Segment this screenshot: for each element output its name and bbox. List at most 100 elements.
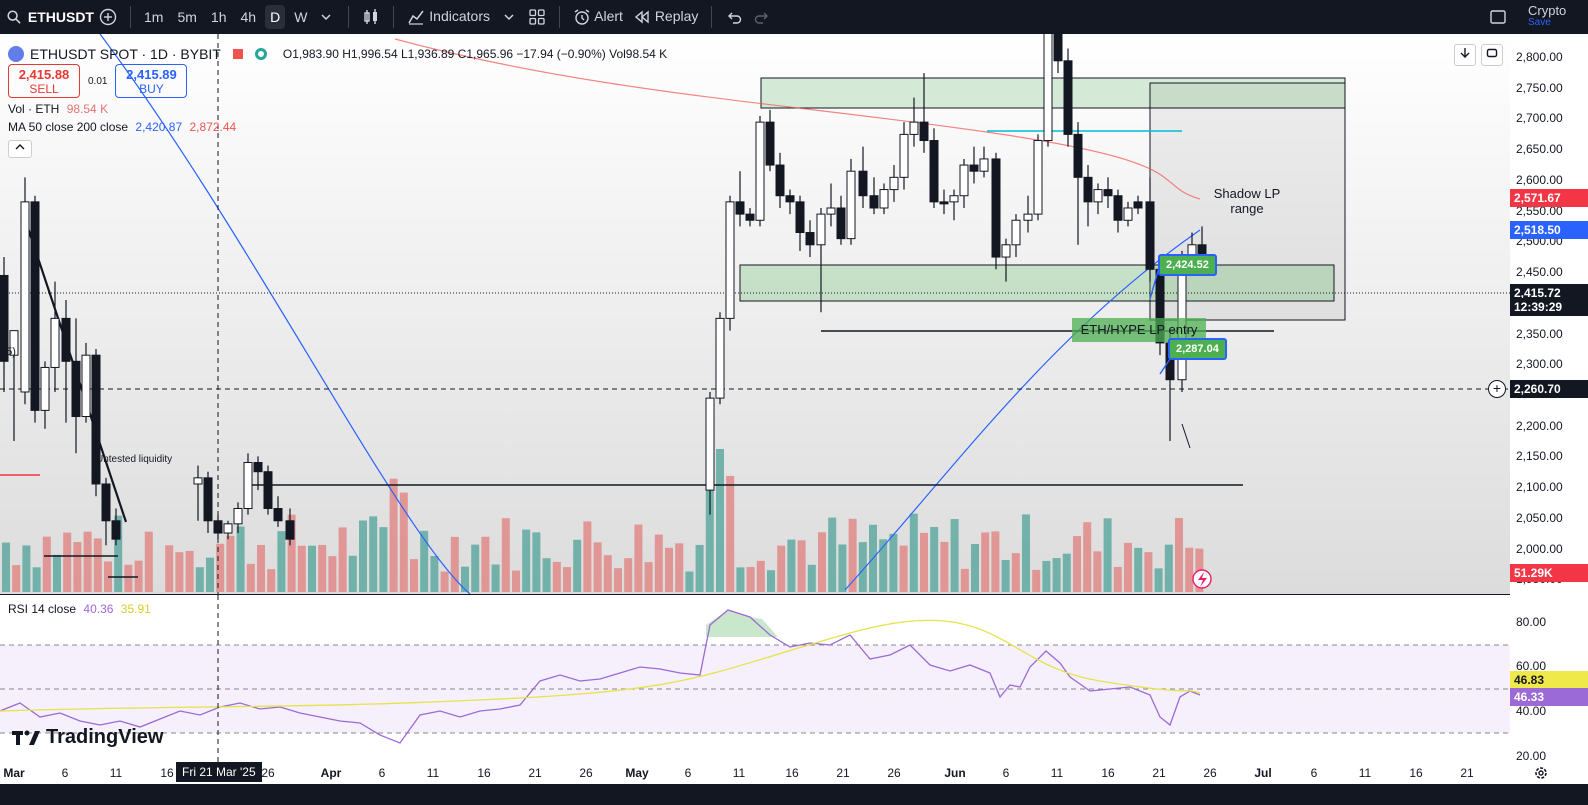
bearish-candle (1103, 177, 1113, 208)
bullish-candle (1023, 195, 1033, 233)
chevron-down-icon (504, 14, 514, 21)
volume-bar (654, 534, 663, 592)
interval-1m[interactable]: 1m (139, 5, 168, 29)
search-icon (7, 10, 21, 24)
candle-body (735, 201, 745, 215)
indicators-button[interactable]: Indicators (402, 4, 495, 30)
symbol-search[interactable]: ETHUSDT (6, 8, 94, 26)
volume-bar (359, 520, 367, 592)
time-axis-label: May (625, 766, 649, 780)
bullish-candle (40, 361, 50, 429)
time-axis-label: Apr (320, 766, 342, 780)
candle-body (805, 232, 815, 246)
time-axis-label: 16 (160, 766, 174, 780)
volume-bar (32, 567, 41, 592)
volume-bar (450, 536, 459, 592)
sell-button[interactable]: 2,415.88 SELL (8, 64, 80, 98)
replay-button[interactable]: Replay (628, 4, 703, 30)
price-axis-label: 2,050.00 (1516, 511, 1563, 525)
volume-bar (991, 531, 1000, 592)
price-axis[interactable]: 2,800.00 2,750.00 2,700.00 2,650.00 2,600.00… (1510, 34, 1588, 763)
compare-symbol-button[interactable] (94, 4, 122, 30)
interval-5m[interactable]: 5m (172, 5, 201, 29)
volume-bar (634, 524, 643, 592)
rsi-chart[interactable] (0, 595, 1510, 762)
price-tag-countdown: 12:39:29 (1510, 298, 1588, 316)
rsi-legend[interactable]: RSI 14 close 40.36 35.91 (8, 602, 151, 616)
tradingview-logo[interactable]: TradingView (12, 726, 163, 749)
chart-settings-gear-icon[interactable] (1532, 764, 1550, 782)
alert-button[interactable]: Alert (568, 4, 628, 30)
volume-bar (297, 545, 306, 592)
candle-body (1023, 213, 1033, 221)
ma-label: MA 50 close 200 close (8, 120, 129, 134)
candle-body (969, 164, 979, 172)
price-axis-label: 2,100.00 (1516, 480, 1563, 494)
buy-button[interactable]: 2,415.89 BUY (115, 64, 188, 98)
collapse-legend-button[interactable] (8, 140, 32, 158)
price-axis-label: 2,750.00 (1516, 81, 1563, 95)
volume-bar (950, 519, 959, 592)
volume-bar (899, 545, 908, 592)
layout-name-button[interactable]: Crypto Save (1528, 5, 1588, 29)
volume-bar (144, 531, 153, 592)
interval-1h[interactable]: 1h (206, 5, 232, 29)
price-axis-label: 2,150.00 (1516, 449, 1563, 463)
rsi-pane[interactable] (0, 594, 1510, 762)
volume-label: Vol · ETH (8, 102, 60, 116)
indicators-dropdown[interactable] (495, 4, 523, 30)
interval-dropdown[interactable] (312, 4, 340, 30)
time-axis[interactable]: Mar 6 11 16 26 Apr 6 11 16 21 26 May 6 11 16 21 26 Jun 6 11… (0, 762, 1588, 784)
volume-value: 98.54 K (66, 102, 109, 116)
price-tag-crosshair: 2,260.70 (1510, 380, 1588, 398)
maximize-pane-button[interactable] (1481, 44, 1503, 66)
save-label: Save (1528, 17, 1551, 28)
volume-bar (1001, 559, 1010, 592)
bearish-candle (30, 195, 40, 423)
interval-d[interactable]: D (265, 5, 286, 29)
layout-button[interactable] (1484, 4, 1512, 30)
chart-type-button[interactable] (357, 4, 385, 30)
symbol-title[interactable]: ETHUSDT SPOT · 1D · BYBIT (30, 46, 221, 62)
undo-button[interactable] (720, 4, 748, 30)
volume-bar (644, 562, 653, 592)
ma-legend[interactable]: MA 50 close 200 close 2,420.87 2,872.44 (8, 120, 667, 134)
candle-body (959, 164, 969, 197)
rsi-value: 40.36 (83, 602, 114, 616)
volume-bar (716, 448, 724, 592)
time-axis-label: Jul (1254, 766, 1272, 780)
time-axis-label: 26 (261, 766, 275, 780)
time-axis-label: 6 (684, 766, 692, 780)
bullish-candle (826, 183, 836, 227)
price-axis-label: 2,000.00 (1516, 542, 1563, 556)
replay-label: Replay (654, 7, 699, 24)
redo-button[interactable] (748, 4, 776, 30)
volume-legend[interactable]: Vol · ETH 98.54 K (8, 102, 667, 116)
time-axis-label: 16 (785, 766, 799, 780)
candle-body (1073, 133, 1083, 178)
volume-bar (726, 475, 735, 592)
rsi-tag-rsi-ma: 46.83 (1510, 671, 1588, 689)
candle-body (775, 164, 785, 197)
scroll-to-latest-button[interactable] (1454, 44, 1476, 66)
redo-icon (755, 12, 769, 24)
candle-body (991, 158, 1001, 258)
buy-price: 2,415.89 (126, 67, 177, 82)
volume-bar (960, 568, 969, 592)
candle-body (765, 121, 775, 166)
templates-button[interactable] (523, 4, 551, 30)
interval-w[interactable]: W (289, 5, 312, 29)
candle-body (30, 201, 40, 411)
interval-4h[interactable]: 4h (235, 5, 261, 29)
volume-bar (675, 543, 684, 592)
candle-body (243, 462, 253, 510)
volume-bar (73, 542, 82, 592)
volume-bar (981, 532, 990, 592)
volume-bar (930, 526, 939, 592)
volume-bar (512, 570, 520, 592)
volume-bar (226, 535, 235, 592)
bullish-candle (889, 165, 899, 202)
volume-bar (624, 558, 633, 592)
volume-bar (83, 531, 92, 592)
add-alert-plus-icon[interactable]: + (1488, 380, 1506, 398)
